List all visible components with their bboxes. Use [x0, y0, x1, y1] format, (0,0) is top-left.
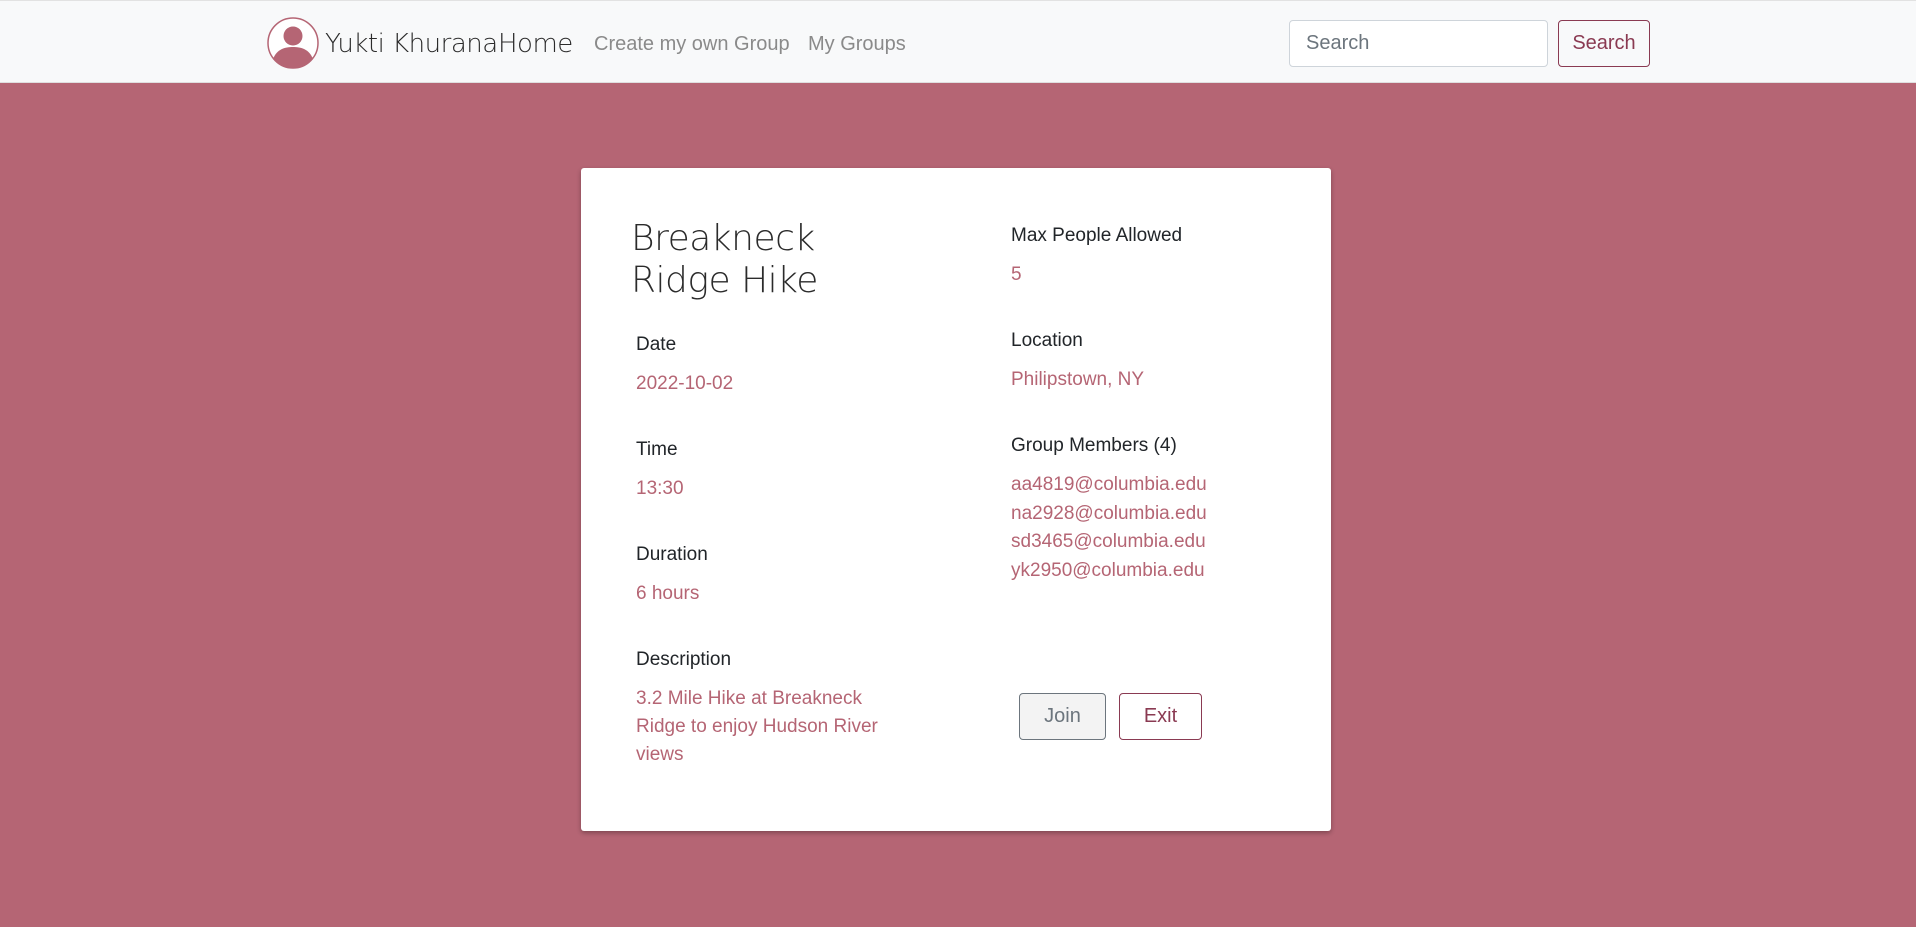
description-value: 3.2 Mile Hike at Breakneck Ridge to enjo…	[636, 688, 878, 765]
description-label: Description	[636, 649, 732, 670]
location-value: Philipstown, NY	[1011, 369, 1145, 390]
join-button[interactable]: Join	[1019, 693, 1106, 740]
time-label: Time	[636, 439, 678, 460]
nav-create-group-link[interactable]: Create my own Group	[594, 33, 790, 56]
group-detail-card: Breakneck Ridge Hike Date 2022-10-02 Tim…	[581, 168, 1331, 831]
member-email: na2928@columbia.edu	[1011, 502, 1207, 524]
group-members-list: aa4819@columbia.edu na2928@columbia.edu …	[1011, 471, 1207, 585]
top-navbar: Yukti Khurana Home Create my own Group M…	[0, 0, 1916, 83]
max-people-value: 5	[1011, 264, 1022, 285]
time-value: 13:30	[636, 478, 684, 499]
exit-button[interactable]: Exit	[1119, 693, 1202, 740]
user-avatar-icon[interactable]	[267, 17, 319, 69]
date-value: 2022-10-02	[636, 373, 734, 394]
member-email: aa4819@columbia.edu	[1011, 474, 1207, 495]
group-title: Breakneck Ridge Hike	[631, 218, 818, 301]
user-name[interactable]: Yukti Khurana	[325, 29, 498, 59]
max-people-label: Max People Allowed	[1011, 225, 1183, 246]
nav-home-link[interactable]: Home	[498, 29, 573, 59]
search-button[interactable]: Search	[1558, 20, 1650, 67]
nav-my-groups-link[interactable]: My Groups	[808, 33, 906, 56]
date-label: Date	[636, 334, 677, 355]
group-members-label: Group Members (4)	[1011, 435, 1177, 456]
member-email: yk2950@columbia.edu	[1011, 559, 1205, 581]
location-label: Location	[1011, 330, 1083, 351]
search-input[interactable]	[1289, 20, 1548, 67]
duration-value: 6 hours	[636, 583, 700, 604]
member-email: sd3465@columbia.edu	[1011, 531, 1206, 552]
duration-label: Duration	[636, 544, 708, 565]
